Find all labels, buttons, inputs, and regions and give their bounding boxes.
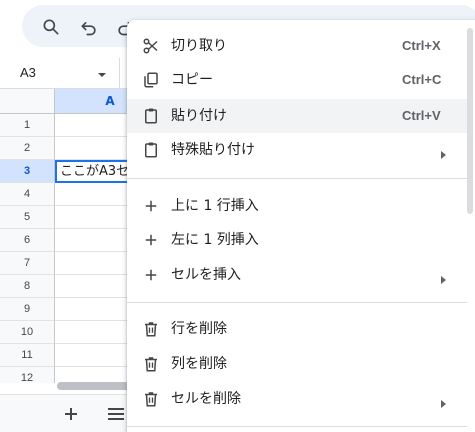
menu-item-label: 行を削除: [171, 321, 227, 337]
menu-item-delete-column[interactable]: 列を削除: [127, 347, 467, 381]
undo-icon[interactable]: [78, 16, 100, 38]
menu-item-copy[interactable]: コピー Ctrl+C: [127, 63, 467, 97]
horizontal-scrollbar[interactable]: [57, 382, 137, 390]
row-header[interactable]: 7: [0, 252, 55, 275]
menu-item-label: 上に 1 行挿入: [171, 198, 259, 214]
row-header[interactable]: 9: [0, 298, 55, 321]
cut-icon: [141, 36, 161, 56]
trash-icon: [141, 319, 161, 339]
menu-item-label: 特殊貼り付け: [171, 142, 255, 158]
row-header[interactable]: 10: [0, 321, 55, 344]
row-header[interactable]: 6: [0, 229, 55, 252]
menu-item-label: セルを挿入: [171, 267, 241, 283]
menu-item-cut[interactable]: 切り取り Ctrl+X: [127, 29, 467, 63]
menu-item-insert-col-left[interactable]: 左に 1 列挿入: [127, 223, 467, 257]
menu-item-delete-cells[interactable]: セルを削除: [127, 382, 467, 416]
menu-divider: [127, 178, 467, 179]
submenu-arrow-icon: [438, 394, 448, 408]
name-box-cell-ref: A3: [20, 65, 36, 80]
menu-divider: [127, 426, 467, 427]
menu-item-paste-special[interactable]: 特殊貼り付け: [127, 133, 467, 167]
row-header[interactable]: 5: [0, 206, 55, 229]
menu-item-insert-cells[interactable]: セルを挿入: [127, 258, 467, 292]
paste-special-icon: [141, 140, 161, 160]
copy-icon: [141, 70, 161, 90]
menu-scrollbar[interactable]: [467, 28, 473, 214]
row-header[interactable]: 12: [0, 367, 55, 383]
context-menu: 切り取り Ctrl+X コピー Ctrl+C 貼り付け Ctrl+V 特殊貼り付…: [127, 20, 475, 432]
menu-item-paste[interactable]: 貼り付け Ctrl+V: [127, 99, 467, 133]
menu-item-shortcut: Ctrl+X: [402, 38, 441, 53]
menu-item-shortcut: Ctrl+C: [402, 72, 442, 87]
all-sheets-icon[interactable]: [106, 405, 126, 423]
add-sheet-icon[interactable]: [62, 405, 80, 423]
row-header-active[interactable]: 3: [0, 160, 55, 183]
select-all-corner[interactable]: [0, 89, 55, 114]
trash-icon: [141, 389, 161, 409]
submenu-arrow-icon: [438, 145, 448, 159]
menu-item-label: 列を削除: [171, 356, 227, 372]
search-icon[interactable]: [40, 16, 62, 38]
row-header[interactable]: 2: [0, 137, 55, 160]
row-header[interactable]: 1: [0, 114, 55, 137]
row-header[interactable]: 11: [0, 344, 55, 367]
submenu-arrow-icon: [438, 270, 448, 284]
menu-item-label: 左に 1 列挿入: [171, 232, 259, 248]
plus-icon: [141, 196, 161, 216]
plus-icon: [141, 230, 161, 250]
trash-icon: [141, 354, 161, 374]
name-box[interactable]: A3: [0, 58, 120, 88]
chevron-down-icon[interactable]: [96, 66, 108, 78]
plus-icon: [141, 265, 161, 285]
row-header[interactable]: 4: [0, 183, 55, 206]
row-header[interactable]: 8: [0, 275, 55, 298]
menu-item-label: 貼り付け: [171, 108, 227, 124]
menu-item-label: コピー: [171, 72, 213, 88]
menu-item-insert-row-above[interactable]: 上に 1 行挿入: [127, 189, 467, 223]
menu-item-label: セルを削除: [171, 391, 241, 407]
paste-icon: [141, 106, 161, 126]
menu-divider: [127, 302, 467, 303]
menu-item-label: 切り取り: [171, 38, 227, 54]
menu-item-delete-row[interactable]: 行を削除: [127, 312, 467, 346]
menu-item-shortcut: Ctrl+V: [402, 108, 441, 123]
